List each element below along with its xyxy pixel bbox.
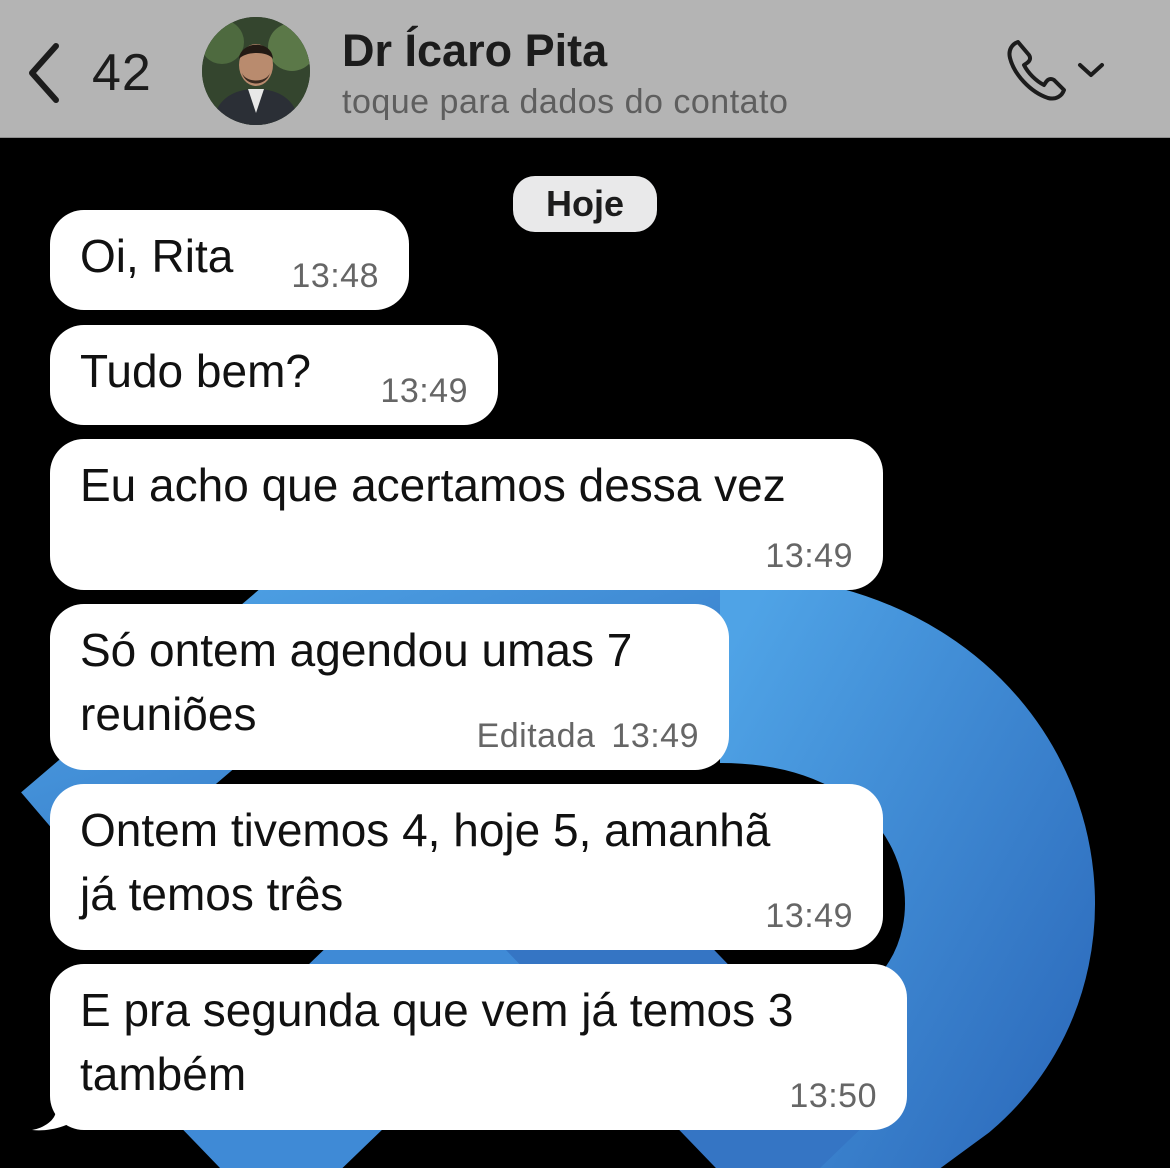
contact-info[interactable]: Dr Ícaro Pita toque para dados do contat…: [342, 24, 788, 124]
message-meta: Editada 13:49: [477, 716, 699, 756]
message-time: 13:49: [380, 372, 468, 410]
contact-name: Dr Ícaro Pita: [342, 25, 608, 76]
phone-icon: [1007, 40, 1066, 101]
message-time: 13:48: [291, 257, 379, 295]
message-bubble[interactable]: E pra segunda que vem já temos 3 também …: [50, 964, 907, 1130]
message-time: 13:49: [765, 537, 853, 575]
message-bubble[interactable]: Oi, Rita 13:48: [50, 210, 409, 310]
chat-header: 42 Dr Ícaro Pita toque para dados do con…: [0, 0, 1170, 138]
message-time: 13:50: [789, 1077, 877, 1115]
message-bubble[interactable]: Só ontem agendou umas 7 reuniões Editada…: [50, 604, 729, 770]
date-separator: Hoje: [513, 176, 657, 232]
message-bubble[interactable]: Tudo bem? 13:49: [50, 325, 498, 425]
chevron-left-icon: [29, 43, 59, 103]
call-button[interactable]: [1004, 34, 1114, 106]
message-time: 13:49: [611, 717, 699, 755]
unread-count: 42: [92, 44, 152, 102]
message-text: Eu acho que acertamos dessa vez: [80, 459, 786, 511]
message-text: E pra segunda que vem já temos 3 também: [80, 984, 794, 1100]
edited-label: Editada: [476, 717, 596, 755]
avatar[interactable]: [202, 17, 310, 125]
message-text: Ontem tivemos 4, hoje 5, amanhã já temos…: [80, 804, 771, 920]
chevron-down-icon: [1078, 63, 1104, 77]
back-button[interactable]: 42: [22, 38, 152, 108]
message-bubble[interactable]: Ontem tivemos 4, hoje 5, amanhã já temos…: [50, 784, 883, 950]
message-bubble[interactable]: Eu acho que acertamos dessa vez 13:49: [50, 439, 883, 590]
contact-subtitle: toque para dados do contato: [342, 83, 789, 121]
message-time: 13:49: [765, 897, 853, 935]
